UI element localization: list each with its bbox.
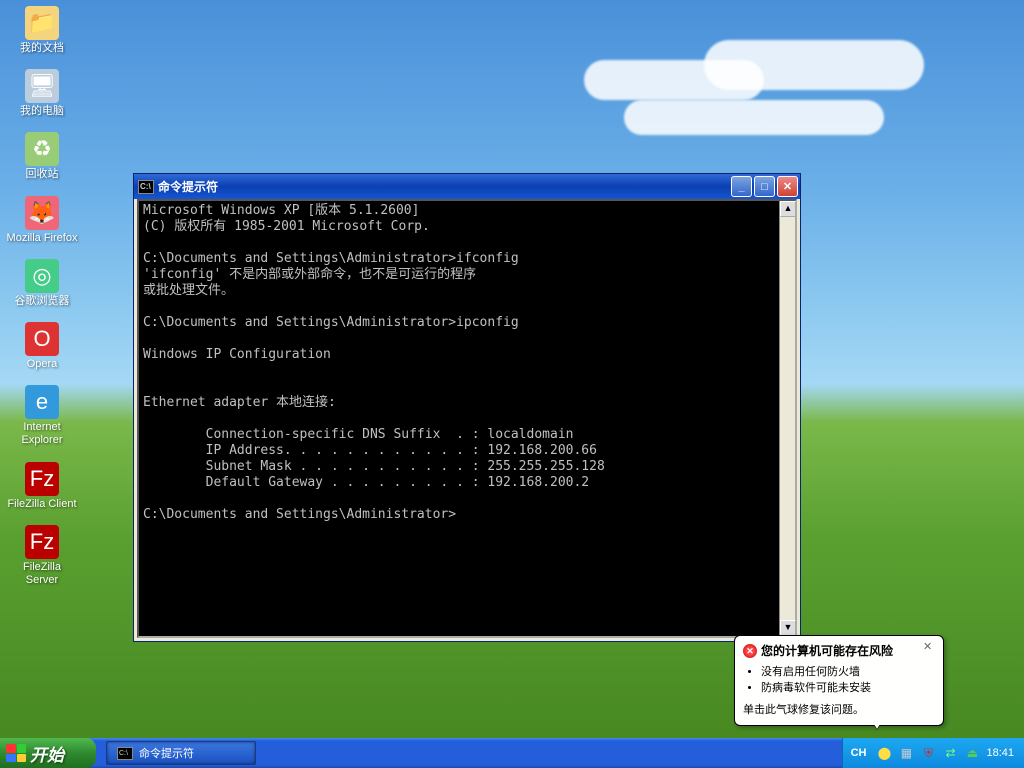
- cmd-title-text: 命令提示符: [158, 178, 218, 195]
- cmd-body: Microsoft Windows XP [版本 5.1.2600] (C) 版…: [137, 199, 797, 638]
- taskbar-clock[interactable]: 18:41: [986, 747, 1014, 759]
- maximize-button[interactable]: □: [754, 176, 775, 197]
- desktop-icon-0[interactable]: 📁 我的文档: [6, 6, 78, 55]
- desktop-icon-2[interactable]: ♻ 回收站: [6, 132, 78, 181]
- desktop-icon-glyph: ♻: [25, 132, 59, 166]
- desktop-icon-5[interactable]: O Opera: [6, 322, 78, 371]
- desktop-icons: 📁 我的文档 🖥 我的电脑 ♻ 回收站 🦊 Mozilla Firefox ◎ 谷歌浏览器 O Ope…: [6, 6, 82, 601]
- tray-removal-icon[interactable]: ⏏: [964, 745, 980, 761]
- start-label: 开始: [30, 741, 64, 766]
- scroll-down-button[interactable]: ▼: [780, 620, 796, 636]
- desktop-icon-3[interactable]: 🦊 Mozilla Firefox: [6, 196, 78, 245]
- desktop-icon-glyph: 🖥: [25, 69, 59, 103]
- balloon-close-button[interactable]: ✕: [923, 640, 937, 654]
- taskbar-item-label: 命令提示符: [139, 745, 194, 761]
- tray-vm-icon[interactable]: ▦: [898, 745, 914, 761]
- balloon-bullet: 防病毒软件可能未安装: [761, 679, 935, 695]
- desktop-icon-1[interactable]: 🖥 我的电脑: [6, 69, 78, 118]
- desktop-icon-glyph: Fz: [25, 525, 59, 559]
- desktop-icon-glyph: 📁: [25, 6, 59, 40]
- desktop-icon-glyph: ◎: [25, 259, 59, 293]
- tray-network-icon[interactable]: ⇄: [942, 745, 958, 761]
- balloon-title: 您的计算机可能存在风险: [761, 642, 893, 659]
- desktop-icon-label: 我的电脑: [6, 105, 78, 118]
- desktop-icon-label: Opera: [6, 358, 78, 371]
- start-button[interactable]: 开始: [0, 738, 96, 768]
- desktop-icon-label: 谷歌浏览器: [6, 295, 78, 308]
- balloon-footer: 单击此气球修复该问题。: [743, 701, 935, 717]
- desktop-icon-4[interactable]: ◎ 谷歌浏览器: [6, 259, 78, 308]
- desktop-icon-label: FileZilla Server: [6, 561, 78, 587]
- windows-flag-icon: [6, 744, 26, 762]
- taskbar: 开始 C:\ 命令提示符 CH ⬤ ▦ ⛨ ⇄ ⏏ 18:41: [0, 738, 1024, 768]
- cmd-output[interactable]: Microsoft Windows XP [版本 5.1.2600] (C) 版…: [139, 201, 779, 636]
- desktop-icon-label: 我的文档: [6, 42, 78, 55]
- cmd-task-icon: C:\: [117, 747, 133, 760]
- cmd-window: C:\ 命令提示符 _ □ ✕ Microsoft Windows XP [版本…: [133, 173, 801, 642]
- desktop-icon-7[interactable]: Fz FileZilla Client: [6, 462, 78, 511]
- balloon-bullet: 没有启用任何防火墙: [761, 663, 935, 679]
- desktop-icon-glyph: Fz: [25, 462, 59, 496]
- shield-icon: ✕: [743, 644, 757, 658]
- desktop-icon-glyph: e: [25, 385, 59, 419]
- wallpaper-clouds: [444, 20, 944, 170]
- desktop-icon-8[interactable]: FzFileZilla Server: [6, 525, 78, 587]
- desktop-icon-label: Internet Explorer: [6, 421, 78, 447]
- balloon-bullets: 没有启用任何防火墙防病毒软件可能未安装: [761, 663, 935, 695]
- language-indicator[interactable]: CH: [851, 747, 867, 759]
- tray-info-icon[interactable]: ⬤: [876, 745, 892, 761]
- minimize-button[interactable]: _: [731, 176, 752, 197]
- scroll-up-button[interactable]: ▲: [780, 201, 796, 217]
- security-balloon[interactable]: ✕ ✕ 您的计算机可能存在风险 没有启用任何防火墙防病毒软件可能未安装 单击此气…: [734, 635, 944, 726]
- taskbar-item-cmd[interactable]: C:\ 命令提示符: [106, 741, 256, 765]
- desktop-icon-6[interactable]: eInternet Explorer: [6, 385, 78, 447]
- tray-security-icon[interactable]: ⛨: [920, 745, 936, 761]
- desktop-icon-label: 回收站: [6, 168, 78, 181]
- cmd-scrollbar[interactable]: ▲ ▼: [779, 201, 795, 636]
- desktop-icon-glyph: O: [25, 322, 59, 356]
- desktop-icon-glyph: 🦊: [25, 196, 59, 230]
- system-tray: CH ⬤ ▦ ⛨ ⇄ ⏏ 18:41: [842, 738, 1024, 768]
- close-button[interactable]: ✕: [777, 176, 798, 197]
- desktop-icon-label: Mozilla Firefox: [6, 232, 78, 245]
- cmd-title-icon: C:\: [138, 180, 154, 194]
- desktop-icon-label: FileZilla Client: [6, 498, 78, 511]
- cmd-titlebar[interactable]: C:\ 命令提示符 _ □ ✕: [134, 174, 800, 199]
